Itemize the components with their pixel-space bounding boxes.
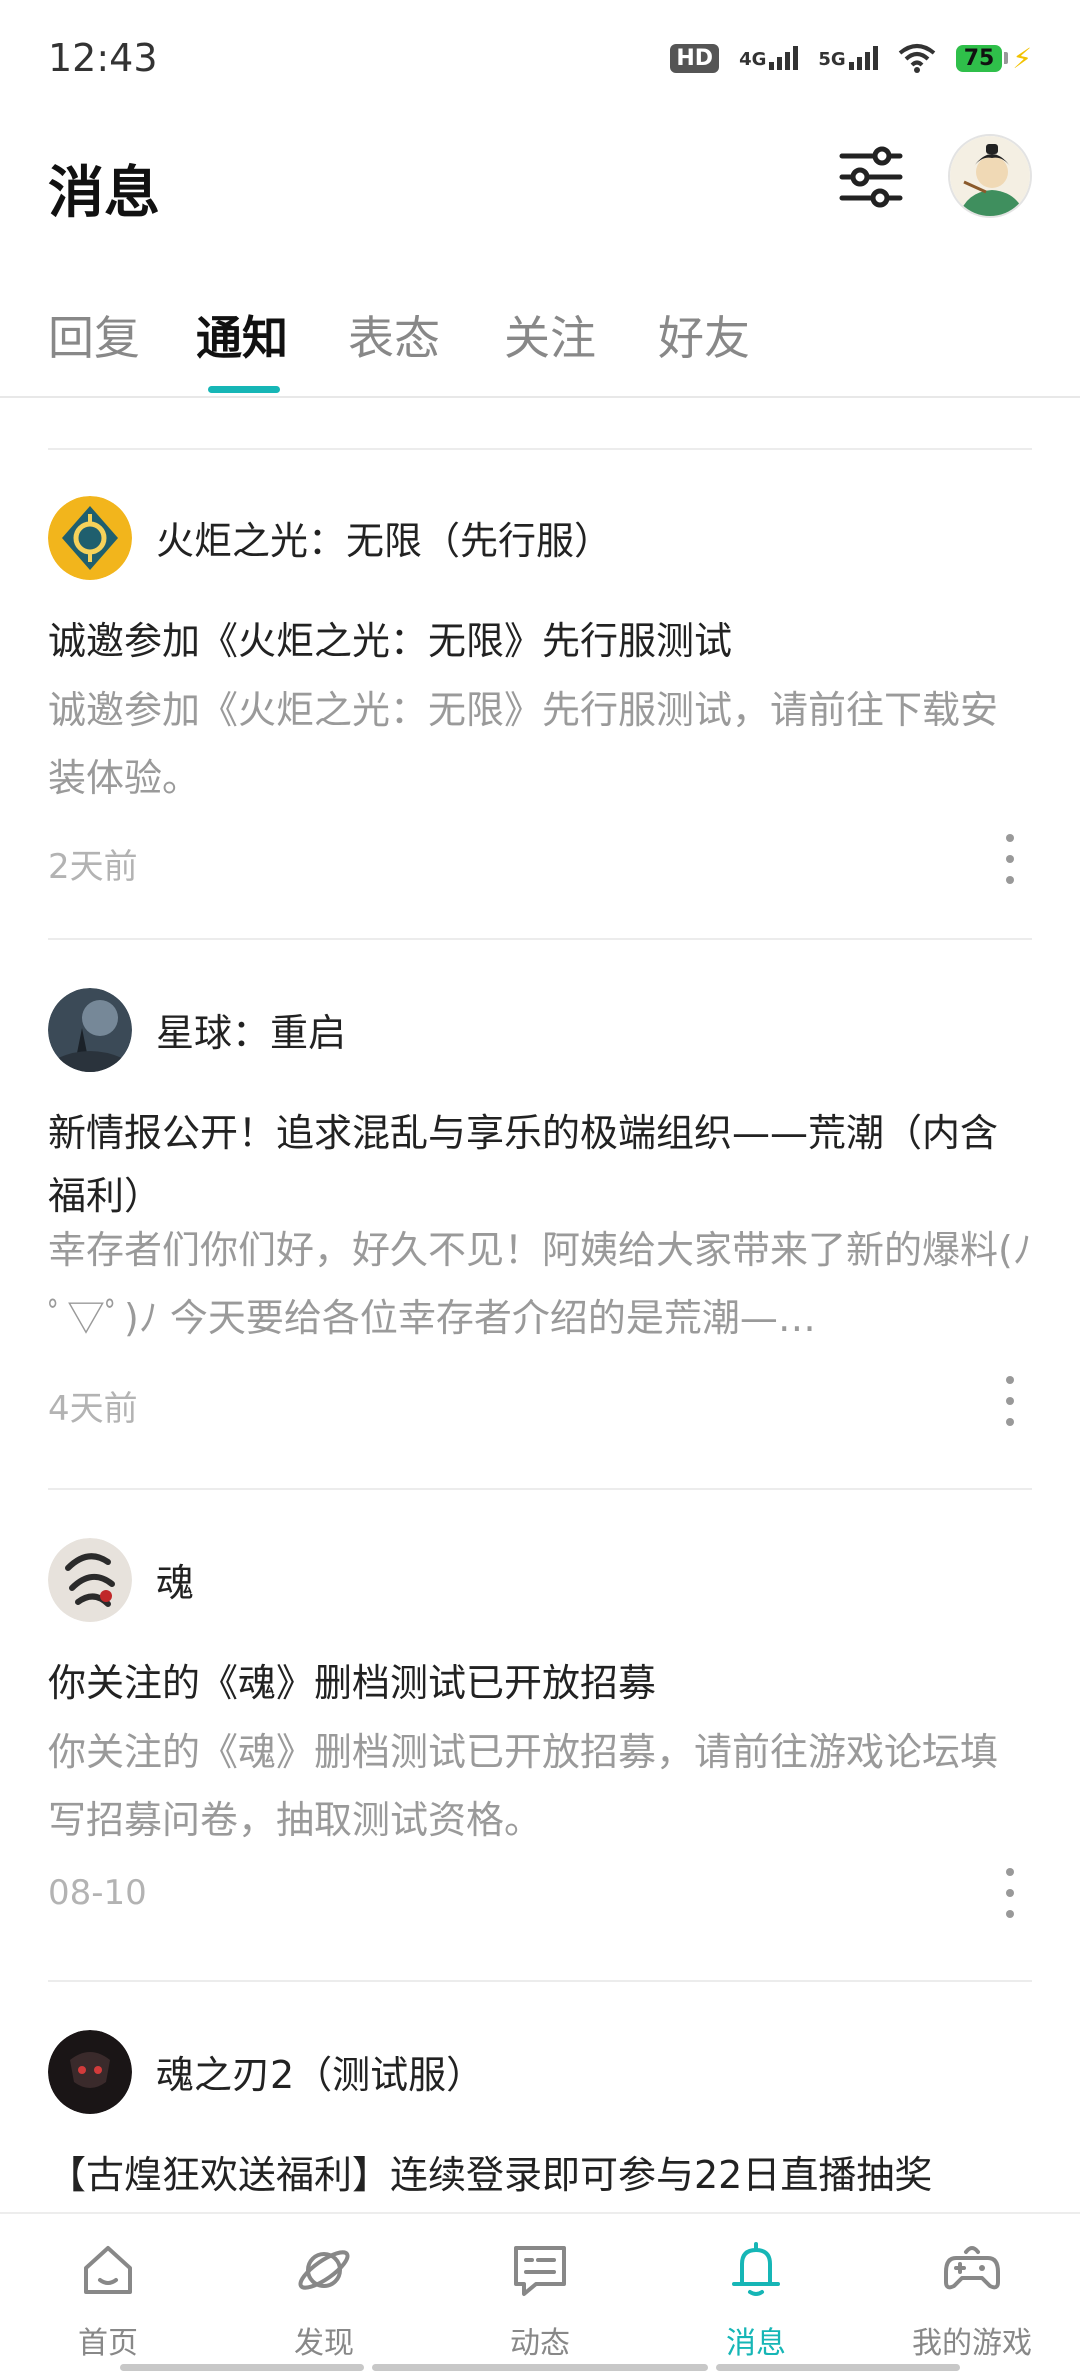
sender-avatar[interactable]: [48, 988, 132, 1072]
user-avatar[interactable]: [948, 134, 1032, 218]
charging-icon: ⚡: [1012, 41, 1032, 75]
tab-bar: 回复 通知 表态 关注 好友: [0, 290, 1080, 398]
nav-discover[interactable]: 发现: [216, 2214, 432, 2364]
hd-icon: HD: [670, 43, 720, 73]
notification-time: 08-10: [48, 1873, 147, 1913]
wifi-icon: [898, 44, 935, 73]
nav-my-games[interactable]: 我的游戏: [864, 2214, 1080, 2364]
page-title: 消息: [48, 161, 160, 226]
signal-4g-icon: 4G: [739, 46, 799, 70]
signal-5g-icon: 5G: [818, 46, 878, 70]
filter-button[interactable]: [836, 142, 906, 212]
header: 消息: [0, 120, 1080, 250]
notification-title: 新情报公开！追求混乱与享乐的极端组织——荒潮（内含福利）: [48, 1111, 999, 1218]
gesture-bar: [372, 2364, 708, 2371]
more-options-icon[interactable]: [1002, 1376, 1018, 1426]
bell-icon: [732, 2242, 780, 2296]
net-label-5g: 5G: [818, 49, 846, 70]
status-icons: HD 4G 5G 75 ⚡: [670, 36, 1032, 80]
nav-label: 首页: [78, 2326, 138, 2361]
notification-title: 【古煌狂欢送福利】连续登录即可参与22日直播抽奖: [48, 2153, 933, 2197]
filter-sliders-icon: [839, 146, 903, 208]
notification-body: 诚邀参加《火炬之光：无限》先行服测试，请前往下载安装体验。: [48, 688, 999, 800]
sender-name[interactable]: 魂之刃2（测试服）: [156, 2044, 484, 2099]
tab-replies[interactable]: 回复: [48, 302, 140, 368]
divider: [48, 448, 1032, 450]
nav-label: 动态: [510, 2326, 570, 2361]
notification-title: 你关注的《魂》删档测试已开放招募: [48, 1661, 657, 1705]
gamepad-icon: [944, 2246, 1000, 2290]
home-icon: [84, 2246, 132, 2294]
divider: [48, 938, 1032, 940]
nav-activity[interactable]: 动态: [432, 2214, 648, 2364]
status-bar: 12:43 HD 4G 5G 75 ⚡: [0, 0, 1080, 120]
sender-name[interactable]: 星球：重启: [156, 1002, 346, 1057]
notification-feed[interactable]: 火炬之光：无限（先行服） 诚邀参加《火炬之光：无限》先行服测试 诚邀参加《火炬之…: [48, 398, 1032, 2212]
nav-messages[interactable]: 消息: [648, 2214, 864, 2364]
tab-reactions[interactable]: 表态: [348, 302, 440, 368]
active-tab-indicator: [208, 386, 280, 393]
sender-name[interactable]: 火炬之光：无限（先行服）: [156, 510, 612, 565]
battery-level: 75: [955, 44, 1003, 72]
tab-follows[interactable]: 关注: [504, 302, 596, 368]
more-options-icon[interactable]: [1002, 834, 1018, 884]
net-label-4g: 4G: [739, 49, 767, 70]
nav-home[interactable]: 首页: [0, 2214, 216, 2364]
divider: [48, 1488, 1032, 1490]
bottom-navigation: 首页 发现 动态 消息 我的游戏: [0, 2212, 1080, 2376]
notification-title: 诚邀参加《火炬之光：无限》先行服测试: [48, 619, 733, 663]
gesture-bar: [716, 2364, 960, 2371]
sender-name[interactable]: 魂: [156, 1552, 194, 1607]
notification-body: 幸存者们你们好，好久不见！阿姨给大家带来了新的爆料(ﾉ ﾟ▽ﾟ)ﾉ 今天要给各位…: [48, 1228, 1032, 1340]
nav-label: 我的游戏: [912, 2326, 1032, 2361]
more-options-icon[interactable]: [1002, 1868, 1018, 1918]
chat-bubble-icon: [514, 2246, 566, 2296]
nav-label: 发现: [294, 2326, 354, 2361]
sender-avatar[interactable]: [48, 496, 132, 580]
planet-icon: [298, 2250, 350, 2290]
nav-label: 消息: [726, 2326, 786, 2361]
battery-icon: 75 ⚡: [955, 41, 1032, 75]
tab-friends[interactable]: 好友: [658, 302, 750, 368]
notification-time: 4天前: [48, 1389, 138, 1429]
divider: [48, 1980, 1032, 1982]
gesture-bar: [120, 2364, 364, 2371]
status-time: 12:43: [48, 36, 158, 80]
sender-avatar[interactable]: [48, 2030, 132, 2114]
notification-time: 2天前: [48, 847, 138, 887]
tab-notifications[interactable]: 通知: [196, 302, 288, 368]
sender-avatar[interactable]: [48, 1538, 132, 1622]
notification-body: 你关注的《魂》删档测试已开放招募，请前往游戏论坛填写招募问卷，抽取测试资格。: [48, 1730, 999, 1842]
